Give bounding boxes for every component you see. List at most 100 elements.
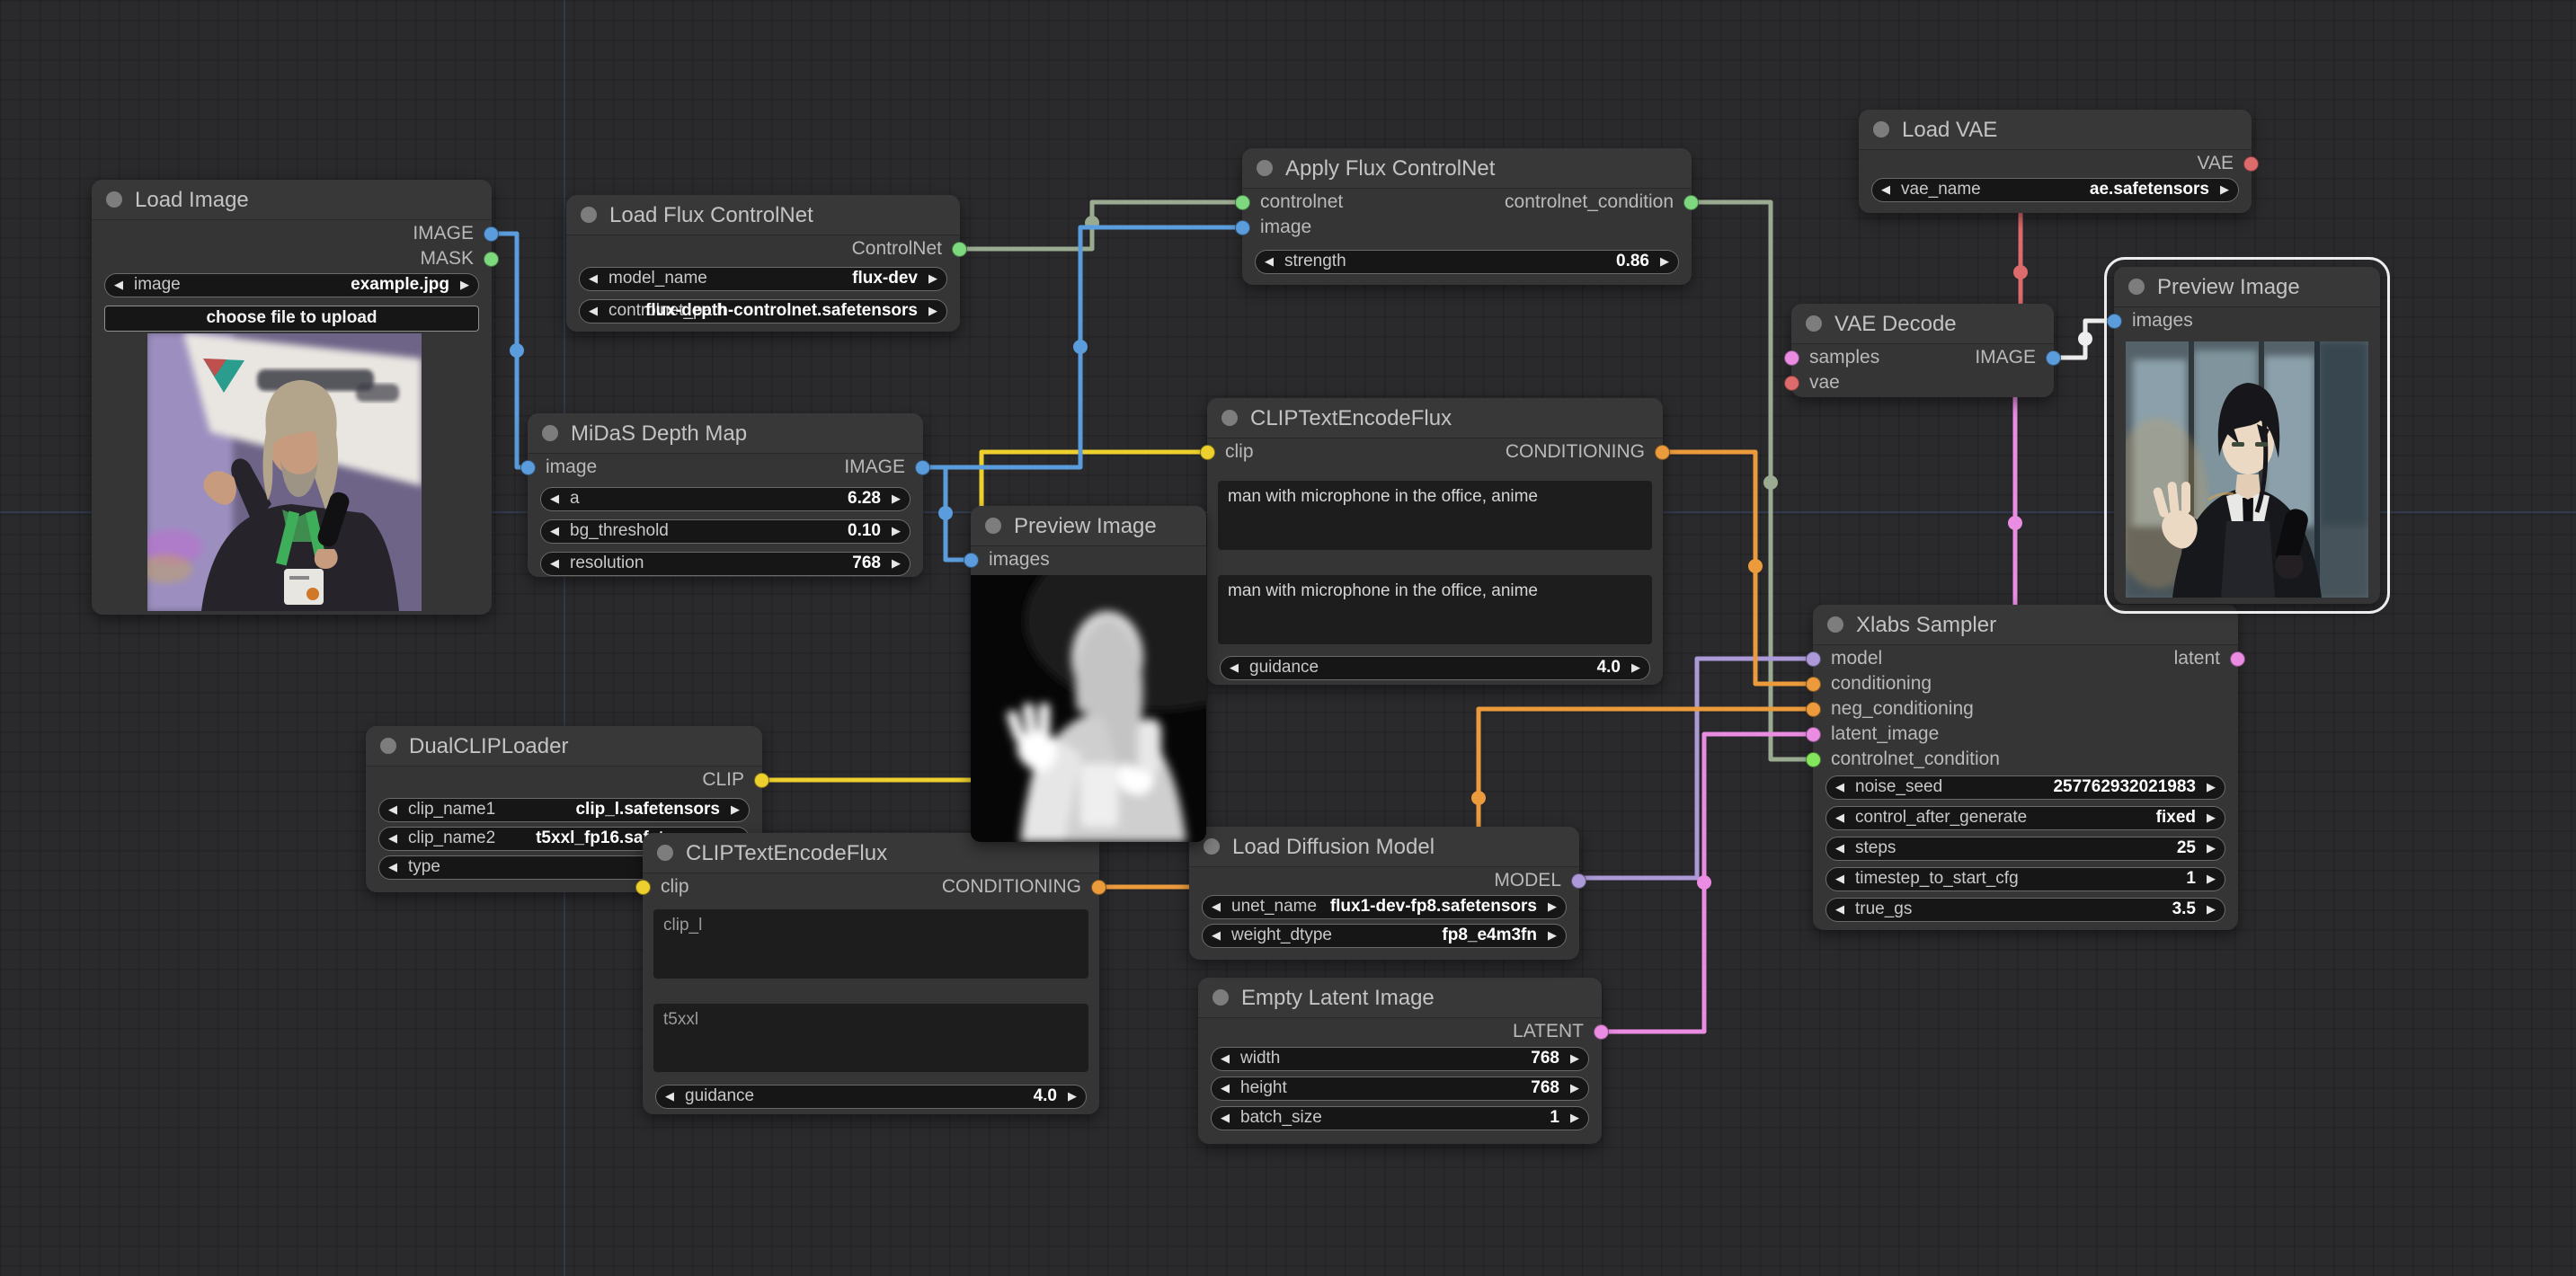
node-midas-depth-map[interactable]: MiDaS Depth Map image IMAGE ◀ a 6.28 ▶ ◀ bg_thre…: [520, 413, 930, 577]
load-flux-controlnet-widget-controlnet_path[interactable]: ◀ controlnet_path flux-depth-controlnet.sa…: [579, 299, 947, 323]
widget-increment-icon[interactable]: ▶: [1631, 657, 1640, 678]
link-midpoint-dot[interactable]: [1763, 475, 1778, 490]
load-diffusion-model-widget-weight_dtype[interactable]: ◀ weight_dtype fp8_e4m3fn ▶: [1202, 924, 1567, 948]
link-midpoint-dot[interactable]: [1697, 875, 1711, 890]
cliptextencodeflux-bottom-prompt-1[interactable]: t5xxl: [653, 1004, 1088, 1072]
preview-image-result-input-images[interactable]: [2107, 314, 2122, 329]
cliptextencodeflux-bottom-collapse-dot[interactable]: [657, 845, 673, 861]
preview-image-result-titlebar[interactable]: Preview Image: [2114, 267, 2380, 307]
widget-decrement-icon[interactable]: ◀: [589, 268, 598, 289]
widget-decrement-icon[interactable]: ◀: [388, 828, 397, 849]
link-midpoint-dot[interactable]: [1471, 791, 1486, 805]
apply-flux-controlnet-input-controlnet[interactable]: [1235, 195, 1250, 210]
vae-decode-input-samples[interactable]: [1784, 350, 1799, 366]
load-diffusion-model-output-MODEL[interactable]: [1571, 873, 1586, 889]
apply-flux-controlnet-input-image[interactable]: [1235, 220, 1250, 235]
node-load-flux-controlnet[interactable]: Load Flux ControlNet ControlNet ◀ model_nam…: [566, 195, 967, 332]
link-midpoint-dot[interactable]: [2008, 516, 2022, 530]
widget-decrement-icon[interactable]: ◀: [1881, 179, 1890, 200]
xlabs-sampler-input-neg_conditioning[interactable]: [1806, 702, 1821, 717]
xlabs-sampler-output-latent[interactable]: [2230, 651, 2245, 667]
preview-image-depth-titlebar[interactable]: Preview Image: [971, 506, 1206, 546]
widget-decrement-icon[interactable]: ◀: [1212, 925, 1221, 946]
preview-image-depth-collapse-dot[interactable]: [985, 518, 1001, 534]
widget-decrement-icon[interactable]: ◀: [1265, 251, 1274, 272]
node-vae-decode[interactable]: VAE Decode samples vae IMAGE: [1784, 304, 2061, 397]
xlabs-sampler-widget-noise_seed[interactable]: ◀ noise_seed 257762932021983 ▶: [1825, 775, 2225, 800]
node-load-diffusion-model[interactable]: Load Diffusion Model MODEL ◀ unet_name flux1…: [1189, 827, 1586, 960]
widget-decrement-icon[interactable]: ◀: [1835, 776, 1844, 798]
load-image-collapse-dot[interactable]: [106, 191, 122, 208]
widget-increment-icon[interactable]: ▶: [2207, 837, 2216, 859]
node-xlabs-sampler[interactable]: Xlabs Sampler model conditioning neg_condit…: [1806, 605, 2245, 930]
widget-increment-icon[interactable]: ▶: [1570, 1107, 1579, 1129]
widget-increment-icon[interactable]: ▶: [1068, 1085, 1077, 1107]
midas-depth-map-widget-resolution[interactable]: ◀ resolution 768 ▶: [540, 552, 910, 576]
widget-increment-icon[interactable]: ▶: [1660, 251, 1669, 272]
load-image-upload-button[interactable]: choose file to upload: [104, 306, 479, 332]
node-load-image[interactable]: Load Image IMAGE MASK ◀ image example.jpg ▶ cho…: [92, 180, 499, 615]
widget-decrement-icon[interactable]: ◀: [388, 856, 397, 878]
xlabs-sampler-input-controlnet_condition[interactable]: [1806, 752, 1821, 767]
vae-decode-output-IMAGE[interactable]: [2046, 350, 2061, 366]
load-diffusion-model-titlebar[interactable]: Load Diffusion Model: [1189, 827, 1579, 867]
widget-increment-icon[interactable]: ▶: [2207, 899, 2216, 920]
empty-latent-image-widget-batch_size[interactable]: ◀ batch_size 1 ▶: [1211, 1106, 1589, 1130]
node-cliptextencodeflux-bottom[interactable]: CLIPTextEncodeFlux clip CONDITIONING clip_l…: [635, 833, 1106, 1114]
apply-flux-controlnet-titlebar[interactable]: Apply Flux ControlNet: [1242, 148, 1692, 189]
widget-increment-icon[interactable]: ▶: [2207, 776, 2216, 798]
cliptextencodeflux-bottom-input-clip[interactable]: [635, 880, 651, 895]
widget-decrement-icon[interactable]: ◀: [1835, 837, 1844, 859]
empty-latent-image-widget-height[interactable]: ◀ height 768 ▶: [1211, 1077, 1589, 1101]
widget-decrement-icon[interactable]: ◀: [1835, 899, 1844, 920]
widget-decrement-icon[interactable]: ◀: [1835, 807, 1844, 829]
widget-decrement-icon[interactable]: ◀: [665, 1085, 674, 1107]
load-flux-controlnet-widget-model_name[interactable]: ◀ model_name flux-dev ▶: [579, 267, 947, 291]
load-vae-titlebar[interactable]: Load VAE: [1859, 110, 2252, 150]
widget-increment-icon[interactable]: ▶: [1570, 1048, 1579, 1069]
xlabs-sampler-input-model[interactable]: [1806, 651, 1821, 667]
load-image-output-MASK[interactable]: [484, 252, 499, 267]
widget-increment-icon[interactable]: ▶: [2207, 807, 2216, 829]
cliptextencodeflux-top-prompt-0[interactable]: man with microphone in the office, anime: [1218, 481, 1652, 550]
dualcliploader-collapse-dot[interactable]: [380, 738, 396, 754]
link-midpoint-dot[interactable]: [1073, 340, 1088, 354]
cliptextencodeflux-top-titlebar[interactable]: CLIPTextEncodeFlux: [1207, 398, 1663, 439]
vae-decode-titlebar[interactable]: VAE Decode: [1791, 304, 2054, 344]
midas-depth-map-output-IMAGE[interactable]: [915, 460, 930, 475]
widget-decrement-icon[interactable]: ◀: [589, 300, 598, 322]
widget-increment-icon[interactable]: ▶: [2207, 868, 2216, 890]
midas-depth-map-widget-bg_threshold[interactable]: ◀ bg_threshold 0.10 ▶: [540, 519, 910, 544]
widget-increment-icon[interactable]: ▶: [892, 553, 901, 574]
cliptextencodeflux-top-widget-guidance[interactable]: ◀ guidance 4.0 ▶: [1220, 656, 1650, 680]
widget-decrement-icon[interactable]: ◀: [1221, 1048, 1230, 1069]
preview-image-result-collapse-dot[interactable]: [2128, 279, 2145, 295]
widget-decrement-icon[interactable]: ◀: [1230, 657, 1239, 678]
widget-decrement-icon[interactable]: ◀: [550, 520, 559, 542]
widget-increment-icon[interactable]: ▶: [1548, 925, 1557, 946]
load-diffusion-model-widget-unet_name[interactable]: ◀ unet_name flux1-dev-fp8.safetensors ▶: [1202, 895, 1567, 919]
load-image-output-IMAGE[interactable]: [484, 226, 499, 242]
load-image-titlebar[interactable]: Load Image: [92, 180, 492, 220]
load-flux-controlnet-output-ControlNet[interactable]: [952, 242, 967, 257]
cliptextencodeflux-top-output-CONDITIONING[interactable]: [1655, 445, 1670, 460]
widget-increment-icon[interactable]: ▶: [1570, 1077, 1579, 1099]
widget-decrement-icon[interactable]: ◀: [550, 553, 559, 574]
widget-increment-icon[interactable]: ▶: [928, 268, 937, 289]
widget-decrement-icon[interactable]: ◀: [1212, 896, 1221, 917]
load-vae-output-VAE[interactable]: [2243, 156, 2259, 172]
node-preview-image-depth[interactable]: Preview Image images: [964, 506, 1206, 842]
empty-latent-image-output-LATENT[interactable]: [1594, 1024, 1609, 1040]
load-vae-collapse-dot[interactable]: [1873, 121, 1889, 137]
widget-decrement-icon[interactable]: ◀: [388, 799, 397, 820]
xlabs-sampler-collapse-dot[interactable]: [1827, 616, 1843, 633]
load-flux-controlnet-collapse-dot[interactable]: [581, 207, 597, 223]
cliptextencodeflux-bottom-output-CONDITIONING[interactable]: [1091, 880, 1106, 895]
cliptextencodeflux-top-prompt-1[interactable]: man with microphone in the office, anime: [1218, 575, 1652, 644]
cliptextencodeflux-top-input-clip[interactable]: [1200, 445, 1215, 460]
widget-increment-icon[interactable]: ▶: [2220, 179, 2229, 200]
midas-depth-map-input-image[interactable]: [520, 460, 536, 475]
vae-decode-input-vae[interactable]: [1784, 376, 1799, 391]
apply-flux-controlnet-widget-strength[interactable]: ◀ strength 0.86 ▶: [1255, 250, 1679, 274]
midas-depth-map-titlebar[interactable]: MiDaS Depth Map: [528, 413, 923, 454]
